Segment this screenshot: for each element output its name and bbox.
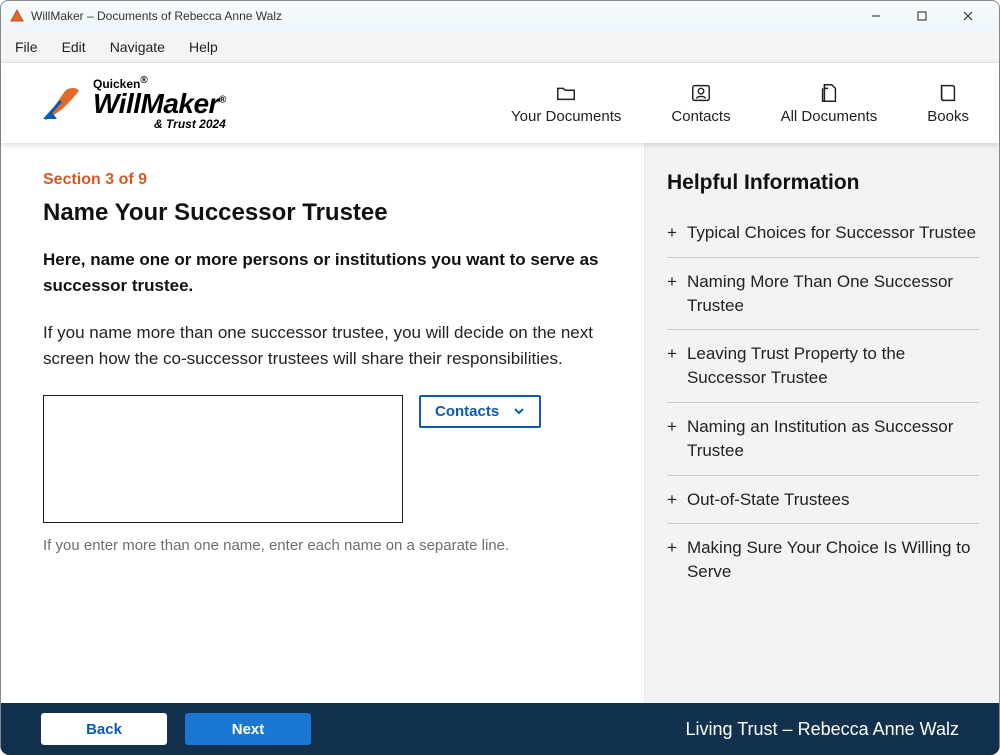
nav-all-documents[interactable]: All Documents (781, 82, 878, 125)
nav-label: All Documents (781, 108, 878, 125)
window-maximize-button[interactable] (899, 1, 945, 31)
help-item-label: Naming More Than One Successor Trustee (687, 270, 979, 318)
menu-edit[interactable]: Edit (62, 39, 86, 55)
next-button[interactable]: Next (185, 713, 311, 745)
menubar: File Edit Navigate Help (1, 31, 999, 63)
expand-plus-icon: + (667, 221, 677, 245)
expand-plus-icon: + (667, 270, 677, 318)
help-item[interactable]: + Typical Choices for Successor Trustee (667, 209, 979, 258)
successor-trustee-textarea[interactable] (43, 395, 403, 523)
contacts-dropdown-label: Contacts (435, 403, 499, 420)
wizard-footer: Back Next Living Trust – Rebecca Anne Wa… (1, 703, 999, 755)
documents-stack-icon (818, 82, 840, 104)
section-indicator: Section 3 of 9 (43, 171, 604, 189)
menu-file[interactable]: File (15, 39, 38, 55)
logo-brand-main: WillMaker (93, 88, 219, 119)
window-titlebar: WillMaker – Documents of Rebecca Anne Wa… (1, 1, 999, 31)
window-title: WillMaker – Documents of Rebecca Anne Wa… (31, 9, 282, 23)
help-item[interactable]: + Out-of-State Trustees (667, 476, 979, 525)
contact-card-icon (690, 82, 712, 104)
body-paragraph: If you name more than one successor trus… (43, 320, 604, 373)
nav-books[interactable]: Books (927, 82, 969, 125)
back-button[interactable]: Back (41, 713, 167, 745)
help-item[interactable]: +Leaving Trust Property to the Successor… (667, 330, 979, 403)
menu-navigate[interactable]: Navigate (110, 39, 165, 55)
footer-status: Living Trust – Rebecca Anne Walz (686, 719, 959, 740)
nav-label: Books (927, 108, 969, 125)
logo-brand-sub: & Trust 2024 (93, 118, 226, 130)
app-logo: Quicken® WillMaker® & Trust 2024 (41, 76, 226, 130)
menu-help[interactable]: Help (189, 39, 218, 55)
back-button-label: Back (86, 721, 122, 738)
input-hint: If you enter more than one name, enter e… (43, 537, 604, 554)
help-item-label: Naming an Institution as Successor Trust… (687, 415, 979, 463)
app-toolbar: Quicken® WillMaker® & Trust 2024 Your Do… (1, 63, 999, 143)
help-item[interactable]: +Naming More Than One Successor Trustee (667, 258, 979, 331)
nav-label: Your Documents (511, 108, 621, 125)
help-item[interactable]: +Naming an Institution as Successor Trus… (667, 403, 979, 476)
folder-icon (555, 82, 577, 104)
help-item-label: Typical Choices for Successor Trustee (687, 221, 976, 245)
nav-contacts[interactable]: Contacts (671, 82, 730, 125)
help-title: Helpful Information (667, 171, 979, 195)
help-sidepanel: Helpful Information + Typical Choices for… (644, 143, 999, 703)
help-item-label: Leaving Trust Property to the Successor … (687, 342, 979, 390)
nav-your-documents[interactable]: Your Documents (511, 82, 621, 125)
help-item-label: Out-of-State Trustees (687, 488, 850, 512)
contacts-dropdown-button[interactable]: Contacts (419, 395, 541, 428)
book-icon (937, 82, 959, 104)
window-close-button[interactable] (945, 1, 991, 31)
expand-plus-icon: + (667, 342, 677, 390)
help-item-label: Making Sure Your Choice Is Willing to Se… (687, 536, 979, 584)
window-minimize-button[interactable] (853, 1, 899, 31)
nav-label: Contacts (671, 108, 730, 125)
help-item[interactable]: +Making Sure Your Choice Is Willing to S… (667, 524, 979, 596)
next-button-label: Next (232, 721, 265, 738)
quill-icon (41, 81, 85, 125)
app-icon (9, 8, 25, 24)
lead-text: Here, name one or more persons or instit… (43, 247, 604, 298)
chevron-down-icon (513, 405, 525, 417)
expand-plus-icon: + (667, 415, 677, 463)
page-title: Name Your Successor Trustee (43, 199, 604, 227)
expand-plus-icon: + (667, 536, 677, 584)
main-content: Section 3 of 9 Name Your Successor Trust… (1, 143, 644, 703)
logo-reg: ® (219, 95, 226, 106)
expand-plus-icon: + (667, 488, 677, 512)
